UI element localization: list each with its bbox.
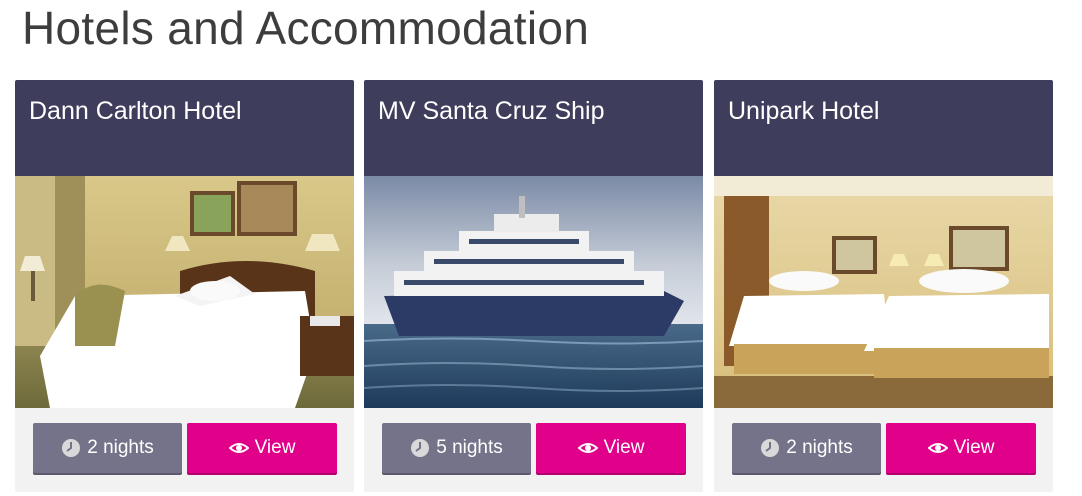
view-label: View [603,437,645,458]
hotel-room-photo[interactable] [714,176,1053,408]
accommodation-card: MV Santa Cruz Ship 5 nights View [364,80,703,492]
page-title: Hotels and Accommodation [22,2,590,54]
nights-label: 2 nights [786,437,853,458]
accommodation-card: Dann Carlton Hotel 2 nights View [15,80,354,492]
clock-icon [761,439,780,457]
cruise-ship-photo[interactable] [364,176,703,408]
eye-icon [927,443,948,453]
nights-button[interactable]: 2 nights [33,423,182,473]
card-header: Dann Carlton Hotel [15,80,354,176]
card-header: MV Santa Cruz Ship [364,80,703,176]
hotel-room-photo[interactable] [15,176,354,408]
accommodation-card: Unipark Hotel 2 nights View [714,80,1053,492]
card-title[interactable]: Dann Carlton Hotel [29,96,242,126]
card-header: Unipark Hotel [714,80,1053,176]
card-title[interactable]: MV Santa Cruz Ship [378,96,605,126]
nights-button[interactable]: 5 nights [382,423,531,473]
view-button[interactable]: View [187,423,337,473]
view-button[interactable]: View [536,423,686,473]
card-title[interactable]: Unipark Hotel [728,96,879,126]
clock-icon [62,439,81,457]
nights-label: 5 nights [436,437,503,458]
nights-button[interactable]: 2 nights [732,423,881,473]
view-label: View [953,437,995,458]
eye-icon [577,443,598,453]
view-label: View [254,437,296,458]
eye-icon [228,443,249,453]
nights-label: 2 nights [87,437,154,458]
clock-icon [411,439,430,457]
view-button[interactable]: View [886,423,1036,473]
